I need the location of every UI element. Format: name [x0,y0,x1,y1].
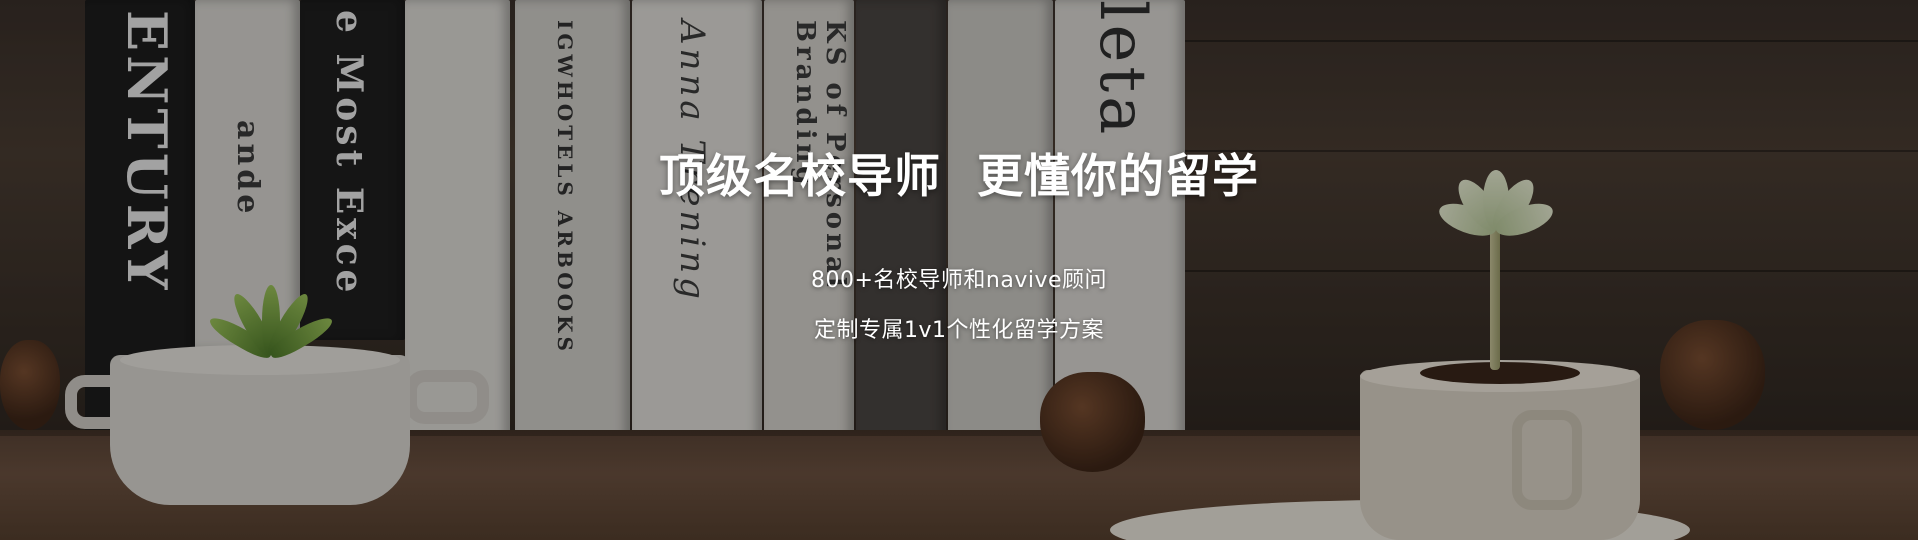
banner-subline-1: 800+名校导师和navive顾问 [810,268,1108,293]
hero-banner: ENTURY ande e Most Exce IGWHOTELS ARBOOK… [0,0,1918,540]
headline-part-1: 顶级名校导师 [659,149,941,203]
banner-headline: 顶级名校导师 更懂你的留学 [0,140,1918,206]
headline-part-2: 更懂你的留学 [977,149,1259,203]
banner-subline-2: 定制专属1v1个性化留学方案 [813,318,1104,343]
